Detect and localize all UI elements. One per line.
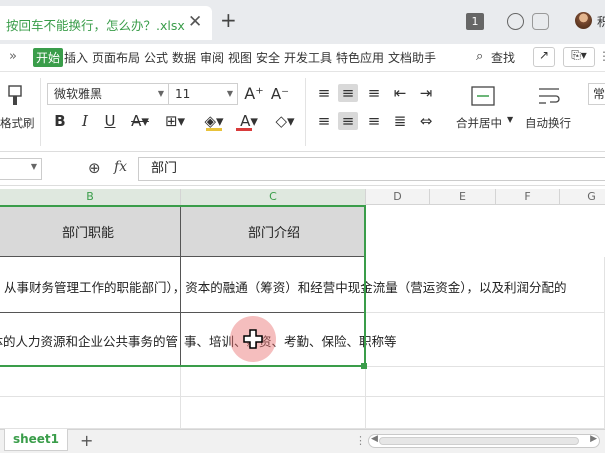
distributed-icon[interactable]: ⇔ xyxy=(416,112,436,130)
increase-font-icon[interactable]: A⁺ xyxy=(244,85,264,103)
sheet-tab-sheet1[interactable]: sheet1 xyxy=(4,429,68,451)
number-format-select[interactable]: 常 xyxy=(588,83,605,105)
share-icon[interactable]: ↗ xyxy=(533,47,555,67)
column-header-e[interactable]: E xyxy=(430,189,496,205)
strikethrough-icon[interactable]: A▾ xyxy=(126,112,154,130)
column-header-f[interactable]: F xyxy=(496,189,560,205)
menu-review[interactable]: 审阅 xyxy=(200,49,224,66)
font-size-select[interactable]: 11 ▼ xyxy=(168,83,238,105)
format-brush-label[interactable]: 格式刷 xyxy=(0,115,35,131)
menu-overflow-icon[interactable]: » xyxy=(9,49,17,64)
formula-bar: ▼ ⊕ fx 部门 xyxy=(0,152,605,186)
font-size-value: 11 xyxy=(175,87,191,101)
ribbon-divider xyxy=(40,78,41,146)
number-format-value: 常 xyxy=(593,87,605,101)
zoom-formula-icon[interactable]: ⊕ xyxy=(88,159,101,177)
align-right-icon[interactable]: ≡ xyxy=(364,112,384,130)
document-tab-title: 按回车不能换行，怎么办？.xlsx xyxy=(6,18,185,33)
format-brush-icon[interactable] xyxy=(3,84,25,108)
merge-center-label[interactable]: 合并居中 xyxy=(456,115,502,131)
menu-data[interactable]: 数据 xyxy=(172,49,196,66)
cell-c5[interactable] xyxy=(181,397,366,429)
menu-bar: » 开始 插入 页面布局 公式 数据 审阅 视图 安全 开发工具 特色应用 文档… xyxy=(0,44,605,72)
ribbon-toolbar: 格式刷 微软雅黑 ▼ 11 ▼ A⁺ A⁻ B I U A▾ ⊞▾ ◈▾ A▾ ◇▾… xyxy=(0,72,605,152)
formula-input[interactable]: 部门 xyxy=(138,157,605,181)
horizontal-scrollbar[interactable]: ◀ ▶ xyxy=(368,434,600,448)
align-center-icon[interactable]: ≡ xyxy=(338,112,358,130)
align-middle-icon[interactable]: ≡ xyxy=(338,84,358,102)
new-tab-icon[interactable]: + xyxy=(220,8,237,32)
fill-color-swatch xyxy=(206,128,222,131)
merge-center-icon[interactable] xyxy=(470,84,496,108)
border-icon[interactable]: ⊞▾ xyxy=(160,112,190,130)
close-tab-icon[interactable]: ✕ xyxy=(188,12,202,32)
sync-icon[interactable] xyxy=(507,13,524,30)
column-header-g[interactable]: G xyxy=(560,189,605,205)
add-sheet-icon[interactable]: + xyxy=(80,431,93,450)
font-color-swatch xyxy=(236,128,252,131)
cell-d3[interactable] xyxy=(366,313,605,367)
menu-special[interactable]: 特色应用 xyxy=(336,49,384,66)
title-bar: 按回车不能换行，怎么办？.xlsx ✕ + 1 积 xyxy=(0,0,605,44)
cell-c4[interactable] xyxy=(181,367,366,397)
selection-range xyxy=(0,205,366,367)
sheet-bar: sheet1 + ⋮ ◀ ▶ xyxy=(0,429,605,453)
fx-icon[interactable]: fx xyxy=(114,159,127,175)
column-header-d[interactable]: D xyxy=(366,189,430,205)
wrap-text-icon[interactable] xyxy=(536,84,562,108)
menu-view[interactable]: 视图 xyxy=(228,49,252,66)
fill-handle[interactable] xyxy=(361,363,367,369)
scroll-right-icon[interactable]: ▶ xyxy=(590,434,597,444)
ribbon-divider xyxy=(305,78,306,146)
user-name: 积 xyxy=(597,15,605,29)
cell-b5[interactable] xyxy=(0,397,181,429)
cell-d5[interactable] xyxy=(366,397,605,429)
menu-home[interactable]: 开始 xyxy=(33,48,64,67)
window-mode-icon[interactable] xyxy=(532,13,549,30)
window-count-badge[interactable]: 1 xyxy=(466,13,484,30)
menu-insert[interactable]: 插入 xyxy=(64,49,88,66)
indent-increase-icon[interactable]: ⇥ xyxy=(416,84,436,102)
bold-icon[interactable]: B xyxy=(50,112,70,130)
cell-cursor-icon xyxy=(243,329,263,349)
decrease-font-icon[interactable]: A⁻ xyxy=(270,85,290,103)
underline-icon[interactable]: U xyxy=(100,112,120,130)
column-header-c[interactable]: C xyxy=(181,189,366,205)
search-label[interactable]: 查找 xyxy=(491,49,515,66)
scroll-left-icon[interactable]: ◀ xyxy=(371,434,378,444)
export-icon[interactable]: ⎘▾ xyxy=(563,47,595,67)
column-headers: B C D E F G xyxy=(0,189,605,205)
menu-formula[interactable]: 公式 xyxy=(144,49,168,66)
avatar[interactable] xyxy=(575,12,592,29)
font-name-value: 微软雅黑 xyxy=(54,87,103,101)
cell-b4[interactable] xyxy=(0,367,181,397)
cell-d4[interactable] xyxy=(366,367,605,397)
justify-icon[interactable]: ≣ xyxy=(390,112,410,130)
scroll-divider-icon[interactable]: ⋮ xyxy=(355,434,366,447)
search-icon[interactable]: ⌕ xyxy=(476,49,483,64)
align-left-icon[interactable]: ≡ xyxy=(314,112,334,130)
spreadsheet-grid[interactable]: 部门职能 部门介绍 从事财务管理工作的职能部门），资本的融通（筹资）和经营中现金… xyxy=(0,205,605,429)
align-bottom-icon[interactable]: ≡ xyxy=(364,84,384,102)
menu-developer[interactable]: 开发工具 xyxy=(284,49,332,66)
menu-page-layout[interactable]: 页面布局 xyxy=(92,49,140,66)
name-box[interactable]: ▼ xyxy=(0,158,42,180)
clear-format-icon[interactable]: ◇▾ xyxy=(270,112,300,130)
menu-security[interactable]: 安全 xyxy=(256,49,280,66)
align-top-icon[interactable]: ≡ xyxy=(314,84,334,102)
column-header-b[interactable]: B xyxy=(0,189,181,205)
italic-icon[interactable]: I xyxy=(75,112,95,130)
menu-doc-assistant[interactable]: 文档助手 xyxy=(388,49,436,66)
horizontal-scroll-thumb[interactable] xyxy=(379,437,579,445)
indent-decrease-icon[interactable]: ⇤ xyxy=(390,84,410,102)
wrap-text-label[interactable]: 自动换行 xyxy=(525,115,571,131)
more-icon[interactable]: ⋮ xyxy=(598,49,605,63)
font-name-select[interactable]: 微软雅黑 ▼ xyxy=(47,83,169,105)
merge-center-dropdown-icon[interactable]: ▼ xyxy=(507,115,513,124)
document-tab[interactable]: 按回车不能换行，怎么办？.xlsx ✕ xyxy=(0,6,212,40)
